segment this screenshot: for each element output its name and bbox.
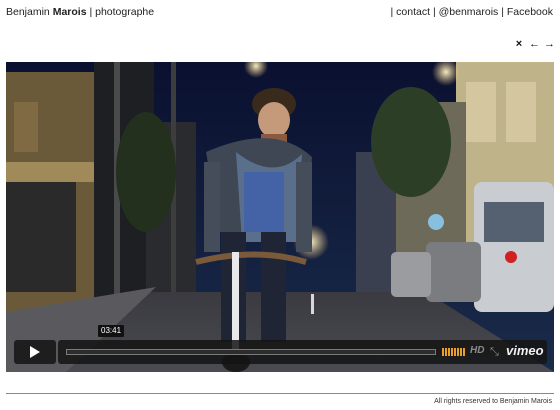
progress-bar[interactable]	[66, 349, 436, 355]
video-frame-cyclist	[6, 62, 554, 372]
nav-separator: |	[432, 6, 436, 18]
control-strip: 03:41 HD ⤡ vimeo	[58, 325, 547, 364]
vimeo-logo[interactable]: vimeo	[506, 343, 544, 358]
site-title-first-name: Benjamin	[6, 6, 50, 18]
nav-facebook-link[interactable]: Facebook	[507, 6, 553, 18]
fullscreen-icon[interactable]: ⤡	[490, 345, 499, 359]
nav-twitter-link[interactable]: @benmarois	[439, 6, 499, 18]
top-nav: | contact | @benmarois | Facebook	[391, 6, 553, 18]
volume-icon[interactable]	[442, 348, 466, 356]
hd-toggle[interactable]: HD	[470, 345, 484, 356]
site-title[interactable]: Benjamin Marois | photographe	[6, 6, 154, 18]
footer-divider	[6, 393, 554, 394]
nav-contact-link[interactable]: contact	[396, 6, 430, 18]
gallery-controls: × ← →	[514, 38, 555, 50]
play-icon	[30, 346, 40, 358]
arrow-left-icon[interactable]: ←	[529, 38, 540, 50]
footer-copyright: All rights reserved to Benjamin Marois	[434, 398, 552, 405]
site-title-last-name: Marois	[52, 6, 87, 18]
arrow-right-icon[interactable]: →	[544, 38, 555, 50]
nav-separator: |	[390, 6, 394, 18]
player-controls: 03:41 HD ⤡ vimeo	[14, 325, 547, 364]
timecode-badge: 03:41	[98, 325, 125, 337]
close-icon[interactable]: ×	[514, 38, 524, 50]
video-player[interactable]: 03:41 HD ⤡ vimeo	[6, 62, 554, 372]
play-button[interactable]	[14, 340, 56, 364]
nav-separator: |	[501, 6, 504, 18]
site-header: Benjamin Marois | photographe | contact …	[0, 0, 560, 24]
site-title-tagline: | photographe	[89, 6, 155, 18]
